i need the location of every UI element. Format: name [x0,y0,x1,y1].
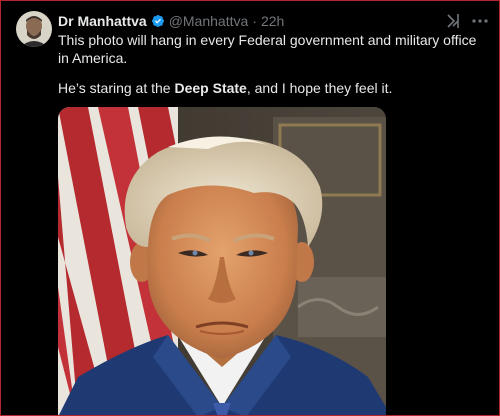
text-after-bold: , and I hope they feel it. [246,80,393,96]
verified-badge-icon [151,14,165,28]
author-handle[interactable]: @Manhattva [169,13,249,29]
text-before-bold: He’s staring at the [58,80,175,96]
grok-icon[interactable] [443,11,465,31]
tweet-media-photo[interactable] [58,107,386,415]
tweet[interactable]: Dr Manhattva @Manhattva · 22h This photo… [1,1,499,415]
more-icon[interactable] [469,11,491,31]
avatar[interactable] [16,11,52,47]
tweet-text: This photo will hang in every Federal go… [58,31,478,97]
author-name[interactable]: Dr Manhattva [58,13,147,29]
timestamp[interactable]: 22h [261,13,284,29]
screenshot-frame: Dr Manhattva @Manhattva · 22h This photo… [0,0,500,416]
tweet-header: Dr Manhattva @Manhattva · 22h [58,11,284,31]
tweet-text-line1: This photo will hang in every Federal go… [58,32,477,66]
separator-dot: · [252,13,257,29]
text-bold-deep-state: Deep State [174,80,247,96]
tweet-text-line2: He’s staring at the Deep State, and I ho… [58,79,478,97]
